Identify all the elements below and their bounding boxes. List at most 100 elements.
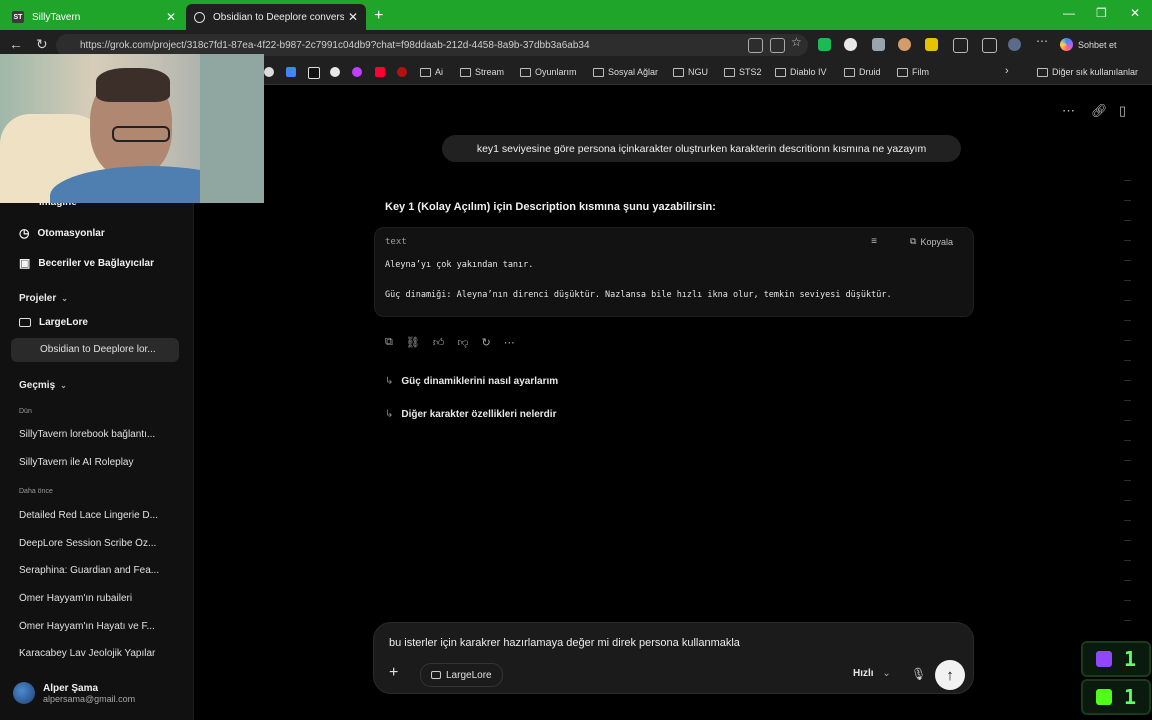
code-line: Güç dinamiği: Aleyna’nın direnci düşüktü… [385,290,892,300]
tiktok-icon[interactable] [308,67,320,79]
bookmark-folder-sts2[interactable]: STS2 [724,67,762,77]
link-icon[interactable]: 🔗︎ [1091,103,1108,119]
minimize-icon[interactable]: — [1063,6,1075,20]
sidebar-chat[interactable]: Ömer Hayyam'ın Hayatı ve F... [19,621,169,632]
bookmark-folder-druid[interactable]: Druid [844,67,881,77]
wrap-lines-icon[interactable]: ≡ [871,236,877,247]
bookmark-label: Diablo IV [790,67,827,77]
extension-icon[interactable] [925,38,938,51]
copy-label: Kopyala [920,236,953,247]
copy-code-button[interactable]: ⧉ Kopyala [910,236,953,247]
bookmark-folder-ai[interactable]: Ai [420,67,443,77]
url-field[interactable]: https://grok.com/project/318c7fd1-87ea-4… [56,34,808,56]
answer-intro: Key 1 (Kolay Açılım) için Description kı… [385,201,716,213]
sidebar-chat[interactable]: Detailed Red Lace Lingerie D... [19,510,169,521]
tab-grok-chat[interactable]: Obsidian to Deeplore conversi ✕ [186,4,366,30]
thumbs-down-icon[interactable]: 👎︎ [457,336,468,349]
back-icon[interactable]: ← [9,36,23,52]
extension-icon[interactable] [818,38,831,51]
sidebar-item-skills[interactable]: ▣ Beceriler ve Bağlayıcılar [19,256,154,270]
copilot-icon [1060,38,1073,51]
more-options-icon[interactable]: ⋯ [1062,103,1075,119]
copilot-label: Sohbet et [1078,39,1117,50]
other-bookmarks[interactable]: Diğer sık kullanılanlar [1037,67,1138,77]
sidebar-chat[interactable]: Ömer Hayyam'ın rubaileri [19,593,169,604]
puzzle-icon[interactable] [953,38,968,53]
star-icon[interactable]: ☆ [791,35,804,49]
send-button[interactable]: ↑ [935,660,965,690]
chevron-right-icon[interactable]: › [1005,65,1009,77]
sidebar-chat[interactable]: DeepLore Session Scribe Öz... [19,538,169,549]
regenerate-icon[interactable]: ↻ [482,336,491,349]
sidebar-item-automations[interactable]: ◷ Otomasyonlar [19,226,105,240]
reload-icon[interactable]: ↻ [36,36,48,53]
cloud-icon[interactable] [844,38,857,51]
webcam-overlay [0,54,264,203]
apps-icon[interactable] [748,38,763,53]
sidebar-chat-active[interactable]: Obsidian to Deeplore lor... [40,344,168,355]
message-input[interactable]: bu isterler için karakrer hazırlamaya de… [389,637,740,649]
bookmark-icon[interactable] [264,67,274,77]
browser-tab-bar: ST SillyTavern ✕ Obsidian to Deeplore co… [0,0,1152,30]
bookmark-folder-diablo[interactable]: Diablo IV [775,67,827,77]
profile-icon[interactable] [1008,38,1021,51]
thumbs-up-icon[interactable]: 👍︎ [433,336,445,349]
followup-suggestion[interactable]: ↳ Güç dinamiklerini nasıl ayarlarım [385,376,558,387]
bookmark-label: STS2 [739,67,762,77]
sidebar-chat[interactable]: SillyTavern lorebook bağlantı... [19,429,169,440]
project-chip[interactable]: LargeLore [420,663,503,687]
mode-selector[interactable]: Hızlı ⌄ [853,668,891,679]
extension-icon[interactable] [898,38,911,51]
sidebar-chat[interactable]: Seraphina: Guardian and Fea... [19,565,169,576]
folder-icon [724,67,735,77]
window-close-icon[interactable]: ✕ [1130,6,1140,20]
bookmark-label: Stream [475,67,505,77]
youtube-icon[interactable] [375,67,385,77]
tab-sillytavern[interactable]: ST SillyTavern ✕ [4,4,184,30]
code-line: Aleyna’yı çok yakından tanır. [385,260,534,270]
sidebar-chat[interactable]: SillyTavern ile AI Roleplay [19,457,169,468]
sidebar-chat[interactable]: Karacabey Lav Jeolojik Yapılar [19,648,169,659]
close-icon[interactable]: ✕ [166,10,176,24]
bookmark-folder-social[interactable]: Sosyal Ağlar [593,67,658,77]
reader-icon[interactable] [770,38,785,53]
shield-icon[interactable] [872,38,885,51]
new-tab-button[interactable]: + [374,7,383,25]
scroll-indicator[interactable] [1124,180,1132,621]
chevron-down-icon: ⌄ [882,668,891,679]
attach-plus-icon[interactable]: + [389,664,398,682]
followup-suggestion[interactable]: ↳ Diğer karakter özellikleri nelerdir [385,409,556,420]
sillytavern-icon: ST [12,11,24,23]
bookmark-icon[interactable] [330,67,340,77]
bookmark-icon[interactable] [286,67,296,77]
copy-icon[interactable]: ⧉ [385,336,393,349]
panel-toggle-icon[interactable]: ▯ [1119,103,1126,119]
more-icon[interactable]: ⋯ [504,336,515,349]
sidebar-project-largelore[interactable]: LargeLore [19,317,88,328]
bookmark-label: Ai [435,67,444,77]
user-profile[interactable]: Alper Şama alpersama@gmail.com [13,682,135,704]
chevron-down-icon: ⌄ [61,294,68,303]
bookmark-folder-ngu[interactable]: NGU [673,67,708,77]
bookmark-folder-film[interactable]: Film [897,67,929,77]
bookmark-folder-stream[interactable]: Stream [460,67,504,77]
microphone-icon[interactable]: 🎙︎ [911,667,926,681]
maximize-icon[interactable]: ❐ [1096,6,1107,20]
folder-icon [593,67,604,77]
more-icon[interactable]: ⋯ [1036,34,1049,48]
link-icon[interactable]: ⛓︎ [406,336,420,349]
grok-icon [194,11,205,23]
folder-icon [897,67,908,77]
projects-section-toggle[interactable]: Projeler ⌄ [19,293,68,304]
folder-icon [19,318,31,327]
bookmark-icon[interactable] [397,67,407,77]
split-view-icon[interactable] [982,38,997,53]
close-icon[interactable]: ✕ [348,10,358,24]
tab-title: SillyTavern [32,11,81,23]
history-section-toggle[interactable]: Geçmiş ⌄ [19,380,67,391]
bookmark-folder-games[interactable]: Oyunlarım [520,67,577,77]
folder-icon [460,67,471,77]
heart-icon[interactable] [352,67,362,77]
kick-icon [1095,689,1112,705]
copilot-chat-button[interactable]: Sohbet et [1060,38,1117,51]
